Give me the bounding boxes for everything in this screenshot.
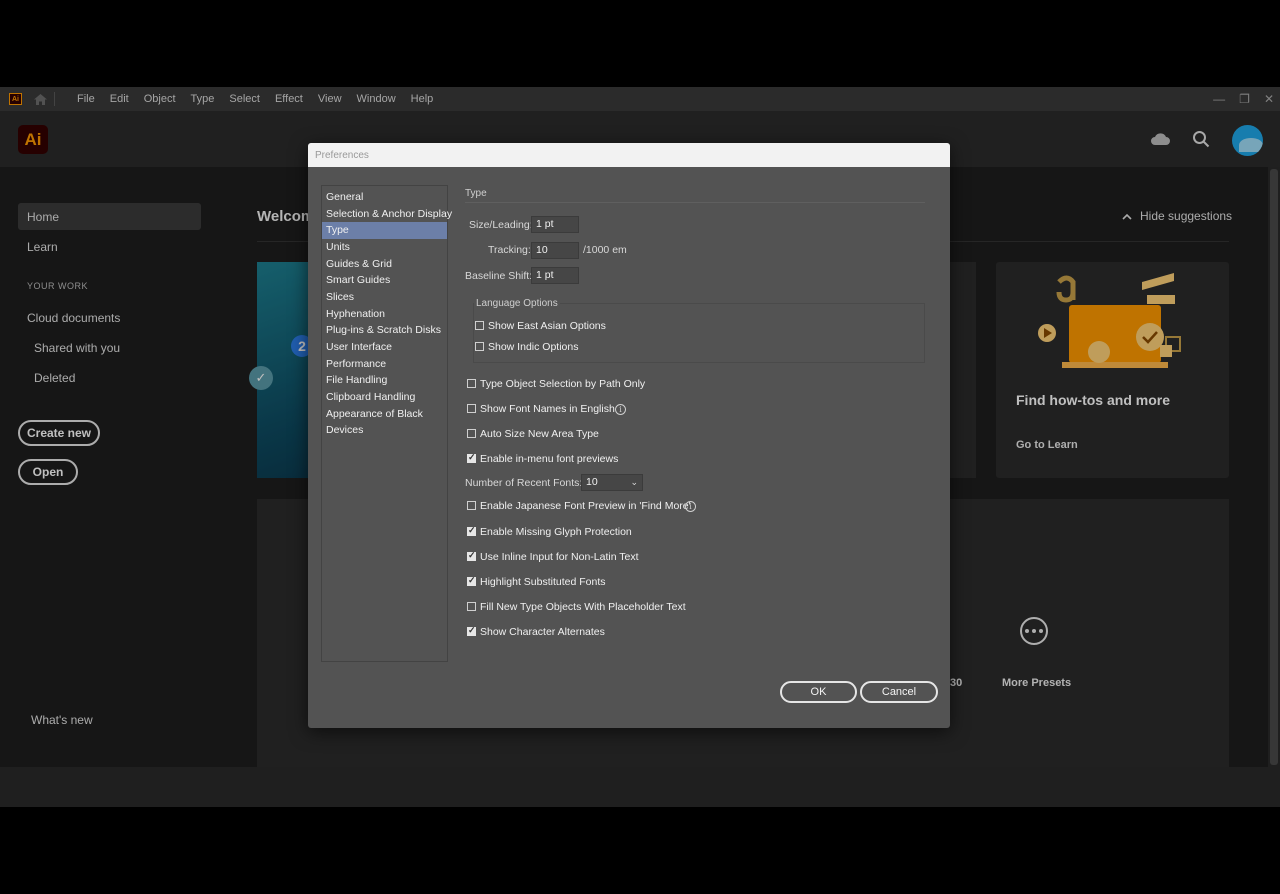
info-icon[interactable]: i	[615, 404, 626, 415]
type-object-selection-label[interactable]: Type Object Selection by Path Only	[480, 378, 645, 390]
baseline-shift-field[interactable]: 1 pt	[531, 267, 579, 284]
category-file-handling[interactable]: File Handling	[322, 372, 447, 389]
highlight-substituted-label[interactable]: Highlight Substituted Fonts	[480, 576, 606, 588]
baseline-shift-label: Baseline Shift:	[465, 270, 533, 282]
fill-placeholder-checkbox[interactable]	[467, 602, 476, 611]
show-character-alternates-label[interactable]: Show Character Alternates	[480, 626, 605, 638]
show-font-names-english-checkbox[interactable]	[467, 404, 476, 413]
inline-input-checkbox[interactable]	[467, 550, 476, 561]
size-leading-label: Size/Leading:	[469, 219, 533, 231]
ok-button[interactable]: OK	[780, 681, 857, 703]
category-slices[interactable]: Slices	[322, 289, 447, 306]
auto-size-area-type-checkbox[interactable]	[467, 429, 476, 438]
tracking-unit: /1000 em	[583, 244, 627, 256]
language-options-label: Language Options	[474, 298, 560, 309]
panel-divider	[465, 202, 925, 203]
category-clipboard-handling[interactable]: Clipboard Handling	[322, 389, 447, 406]
preferences-dialog: Preferences General Selection & Anchor D…	[308, 143, 950, 728]
dialog-title: Preferences	[308, 143, 950, 167]
recent-fonts-select[interactable]: 10 ⌄	[581, 474, 643, 491]
show-east-asian-checkbox[interactable]	[475, 321, 484, 330]
tracking-field[interactable]: 10	[531, 242, 579, 259]
show-font-names-english-label[interactable]: Show Font Names in English	[480, 403, 615, 415]
enable-japanese-preview-checkbox[interactable]	[467, 501, 476, 510]
category-list: General Selection & Anchor Display Type …	[321, 185, 452, 662]
enable-in-menu-previews-checkbox[interactable]	[467, 452, 476, 463]
category-guides-grid[interactable]: Guides & Grid	[322, 256, 447, 273]
category-performance[interactable]: Performance	[322, 356, 447, 373]
category-user-interface[interactable]: User Interface	[322, 339, 447, 356]
category-plugins-scratch[interactable]: Plug-ins & Scratch Disks	[322, 322, 447, 339]
tracking-label: Tracking:	[488, 244, 531, 256]
recent-fonts-value: 10	[586, 476, 598, 488]
size-leading-field[interactable]: 1 pt	[531, 216, 579, 233]
auto-size-area-type-label[interactable]: Auto Size New Area Type	[480, 428, 599, 440]
show-east-asian-label[interactable]: Show East Asian Options	[488, 320, 606, 332]
category-selection-anchor[interactable]: Selection & Anchor Display	[322, 206, 452, 223]
show-indic-label[interactable]: Show Indic Options	[488, 341, 578, 353]
category-general[interactable]: General	[322, 189, 447, 206]
category-hyphenation[interactable]: Hyphenation	[322, 306, 447, 323]
show-indic-checkbox[interactable]	[475, 342, 484, 351]
fill-placeholder-label[interactable]: Fill New Type Objects With Placeholder T…	[480, 601, 686, 613]
show-character-alternates-checkbox[interactable]	[467, 625, 476, 636]
category-appearance-black[interactable]: Appearance of Black	[322, 406, 447, 423]
category-type[interactable]: Type	[322, 222, 447, 239]
language-options-group	[473, 303, 925, 363]
missing-glyph-protection-checkbox[interactable]	[467, 525, 476, 536]
category-units[interactable]: Units	[322, 239, 447, 256]
missing-glyph-protection-label[interactable]: Enable Missing Glyph Protection	[480, 526, 632, 538]
category-devices[interactable]: Devices	[322, 422, 447, 439]
type-object-selection-checkbox[interactable]	[467, 379, 476, 388]
highlight-substituted-checkbox[interactable]	[467, 575, 476, 586]
recent-fonts-label: Number of Recent Fonts:	[465, 477, 583, 489]
cancel-button[interactable]: Cancel	[860, 681, 938, 703]
info-icon[interactable]: i	[685, 501, 696, 512]
chevron-down-icon: ⌄	[630, 477, 638, 487]
inline-input-label[interactable]: Use Inline Input for Non-Latin Text	[480, 551, 639, 563]
category-smart-guides[interactable]: Smart Guides	[322, 272, 447, 289]
enable-in-menu-previews-label[interactable]: Enable in-menu font previews	[480, 453, 618, 465]
enable-japanese-preview-label[interactable]: Enable Japanese Font Preview in 'Find Mo…	[480, 500, 691, 512]
panel-title: Type	[465, 188, 487, 199]
